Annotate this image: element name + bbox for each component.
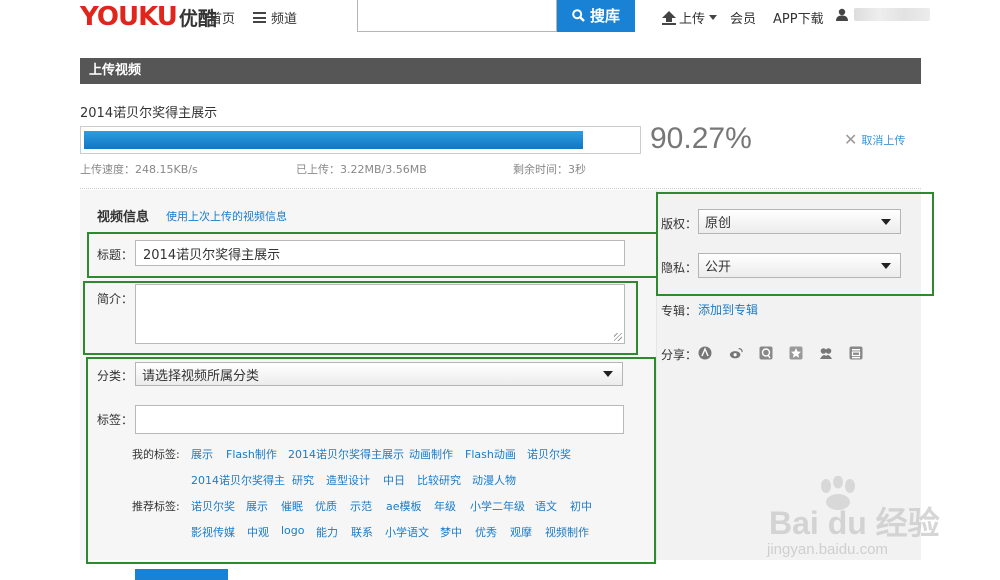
- user-icon: [836, 8, 848, 21]
- highlight-description: [83, 281, 638, 355]
- top-bar: YOUKU 优酷 首页 频道 搜库 上传 会员 APP下载: [0, 0, 1000, 34]
- chevron-down-icon: [709, 15, 718, 20]
- highlight-category-tags: [86, 357, 656, 564]
- nav-home-link[interactable]: 首页: [209, 8, 235, 27]
- search-icon: [572, 8, 585, 22]
- user-menu[interactable]: [836, 8, 930, 21]
- submit-button[interactable]: [135, 569, 228, 580]
- username-redacted: [854, 8, 930, 21]
- add-to-album-link[interactable]: 添加到专辑: [698, 301, 758, 318]
- app-download-link[interactable]: APP下载: [773, 8, 824, 27]
- search-button[interactable]: 搜库: [557, 0, 635, 32]
- upload-icon: [662, 10, 676, 25]
- close-icon: ✕: [844, 130, 858, 149]
- search-input[interactable]: [357, 0, 557, 32]
- cancel-upload-link[interactable]: ✕ 取消上传: [844, 132, 905, 148]
- upload-progress-bar: [80, 126, 641, 154]
- upload-progress-fill: [84, 131, 584, 149]
- share-sina-icon[interactable]: [729, 346, 743, 360]
- share-qzone-icon[interactable]: [759, 346, 773, 360]
- highlight-settings: [656, 192, 934, 296]
- search-button-label: 搜库: [589, 7, 620, 25]
- cancel-upload-label: 取消上传: [861, 134, 906, 147]
- uploaded-size: 已上传：3.22MB/3.56MB: [296, 163, 427, 176]
- member-link[interactable]: 会员: [730, 8, 756, 27]
- menu-icon: [253, 12, 266, 23]
- watermark-url: jingyan.baidu.com: [767, 541, 888, 558]
- share-weibo-icon[interactable]: [698, 346, 712, 360]
- upload-menu[interactable]: 上传: [661, 8, 718, 27]
- share-renren-icon[interactable]: [819, 346, 833, 360]
- nav-channel-link[interactable]: 频道: [253, 8, 297, 27]
- upload-percent: 90.27%: [650, 122, 752, 155]
- upload-speed: 上传速度：248.15KB/s: [80, 163, 198, 176]
- video-name: 2014诺贝尔奖得主展示: [80, 106, 218, 121]
- remaining-time: 剩余时间：3秒: [513, 163, 586, 176]
- video-info-title: 视频信息: [97, 210, 150, 225]
- youku-logo[interactable]: YOUKU 优酷: [80, 2, 217, 32]
- nav-channel-label: 频道: [271, 12, 298, 27]
- share-star-icon[interactable]: [789, 346, 803, 360]
- album-label: 专辑：: [661, 304, 698, 318]
- watermark-text: Bai du 经验: [769, 505, 940, 541]
- upload-menu-label: 上传: [679, 12, 706, 27]
- highlight-title: [87, 232, 658, 278]
- share-label: 分享：: [661, 348, 698, 362]
- share-douban-icon[interactable]: [849, 346, 863, 360]
- divider: [80, 188, 921, 189]
- use-last-info-link[interactable]: 使用上次上传的视频信息: [166, 208, 287, 224]
- section-title: 上传视频: [80, 58, 921, 84]
- logo-text-en: YOUKU: [80, 2, 178, 32]
